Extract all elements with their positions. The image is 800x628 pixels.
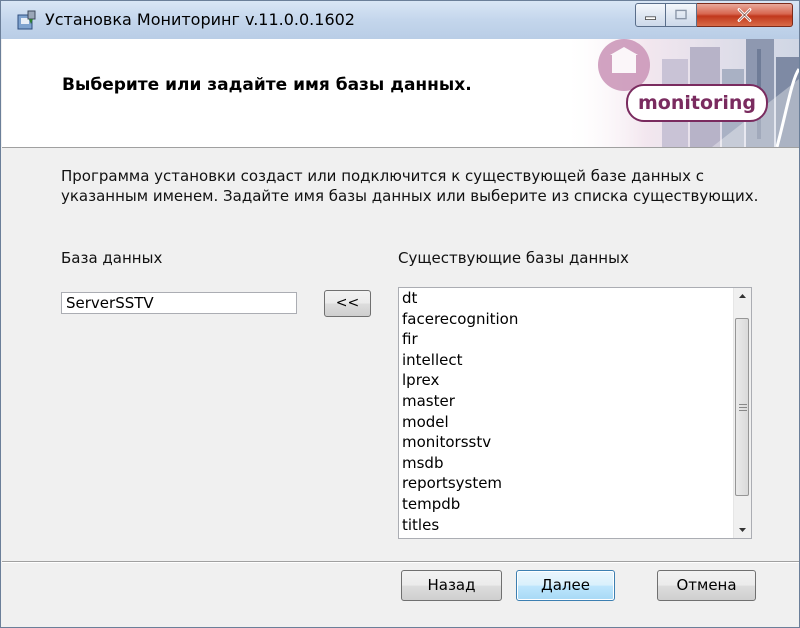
description-line-2: указанным именем. Задайте имя базы данны… xyxy=(61,187,759,205)
list-item-titles[interactable]: titles xyxy=(399,515,733,536)
footer-divider xyxy=(2,561,799,563)
header-banner: Выберите или задайте имя базы данных. mo… xyxy=(2,39,799,148)
list-item-msdb[interactable]: msdb xyxy=(399,453,733,474)
scroll-down-arrow-icon[interactable] xyxy=(734,521,751,538)
description-text: Программа установки создаст или подключи… xyxy=(61,166,781,206)
close-button[interactable] xyxy=(697,3,793,27)
list-item-monitorsstv[interactable]: monitorsstv xyxy=(399,432,733,453)
list-item-dt[interactable]: dt xyxy=(399,288,733,309)
back-button[interactable]: Назад xyxy=(401,570,502,601)
close-icon xyxy=(737,8,752,22)
list-item-master[interactable]: master xyxy=(399,391,733,412)
list-item-intellect[interactable]: intellect xyxy=(399,350,733,371)
database-name-input[interactable]: ServerSSTV xyxy=(61,292,297,314)
description-line-1: Программа установки создаст или подключи… xyxy=(61,167,705,185)
list-item-tempdb[interactable]: tempdb xyxy=(399,494,733,515)
list-item-fir[interactable]: fir xyxy=(399,329,733,350)
existing-databases-label: Существующие базы данных xyxy=(398,249,629,267)
list-item-lprex[interactable]: lprex xyxy=(399,370,733,391)
list-item-model[interactable]: model xyxy=(399,412,733,433)
scroll-grip-icon xyxy=(739,404,747,411)
page-title: Выберите или задайте имя базы данных. xyxy=(62,75,472,95)
database-list-items: dt facerecognition fir intellect lprex m… xyxy=(399,288,733,535)
next-button[interactable]: Далее xyxy=(516,570,615,601)
monitoring-logo: monitoring xyxy=(626,84,769,122)
maximize-button[interactable] xyxy=(666,3,697,27)
list-scrollbar[interactable] xyxy=(733,288,751,538)
copy-to-field-button[interactable]: << xyxy=(324,290,371,317)
maximize-icon xyxy=(675,9,687,20)
minimize-button[interactable] xyxy=(635,3,666,27)
list-item-facerecognition[interactable]: facerecognition xyxy=(399,309,733,330)
title-bar[interactable]: Установка Мониторинг v.11.0.0.1602 xyxy=(1,1,799,39)
installer-app-icon xyxy=(17,10,36,30)
minimize-icon xyxy=(645,16,656,20)
installer-window: Установка Мониторинг v.11.0.0.1602 Выбер… xyxy=(0,0,800,628)
scrollbar-thumb[interactable] xyxy=(735,318,749,496)
database-label: База данных xyxy=(61,249,163,267)
existing-databases-list[interactable]: dt facerecognition fir intellect lprex m… xyxy=(398,287,752,539)
scroll-up-arrow-icon[interactable] xyxy=(734,288,751,305)
cancel-button[interactable]: Отмена xyxy=(657,570,756,601)
window-title: Установка Мониторинг v.11.0.0.1602 xyxy=(45,10,355,29)
list-item-reportsystem[interactable]: reportsystem xyxy=(399,473,733,494)
